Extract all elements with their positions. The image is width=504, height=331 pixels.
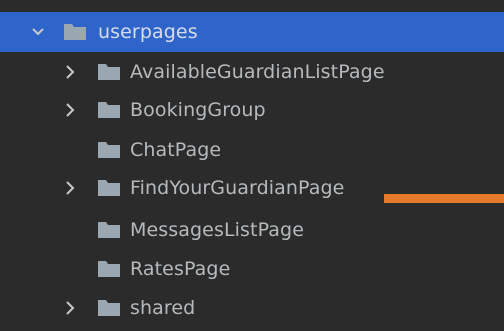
- chevron-down-icon[interactable]: [28, 22, 48, 42]
- folder-icon: [98, 222, 120, 238]
- tree-node-label: ChatPage: [130, 139, 222, 161]
- folder-icon: [98, 300, 120, 316]
- annotation-pointer-line: [384, 194, 504, 203]
- tree-node-label: MessagesListPage: [130, 219, 304, 241]
- tree-node-label: BookingGroup: [130, 99, 266, 121]
- chevron-right-icon[interactable]: [60, 62, 80, 82]
- folder-icon: [98, 261, 120, 277]
- folder-icon: [98, 180, 120, 196]
- tree-node-messageslistpage[interactable]: MessagesListPage: [0, 210, 504, 250]
- tree-node-availableguardianlistpage[interactable]: AvailableGuardianListPage: [0, 52, 504, 92]
- tree-node-label: shared: [130, 297, 196, 319]
- tree-node-ratespage[interactable]: RatesPage: [0, 249, 504, 289]
- tree-node-chatpage[interactable]: ChatPage: [0, 130, 504, 170]
- folder-icon: [98, 102, 120, 118]
- tree-node-label: RatesPage: [130, 258, 231, 280]
- tree-node-shared[interactable]: shared: [0, 288, 504, 328]
- folder-icon: [98, 64, 120, 80]
- chevron-right-icon[interactable]: [60, 298, 80, 318]
- folder-icon: [64, 24, 86, 40]
- chevron-right-icon[interactable]: [60, 178, 80, 198]
- tree-node-label: userpages: [98, 21, 198, 43]
- tree-node-userpages[interactable]: userpages: [0, 12, 504, 52]
- project-tree: userpages AvailableGuardianListPage Book: [0, 0, 504, 331]
- chevron-right-icon[interactable]: [60, 100, 80, 120]
- tree-node-label: FindYourGuardianPage: [130, 177, 345, 199]
- tree-node-bookinggroup[interactable]: BookingGroup: [0, 90, 504, 130]
- tree-node-label: AvailableGuardianListPage: [130, 61, 385, 83]
- folder-icon: [98, 142, 120, 158]
